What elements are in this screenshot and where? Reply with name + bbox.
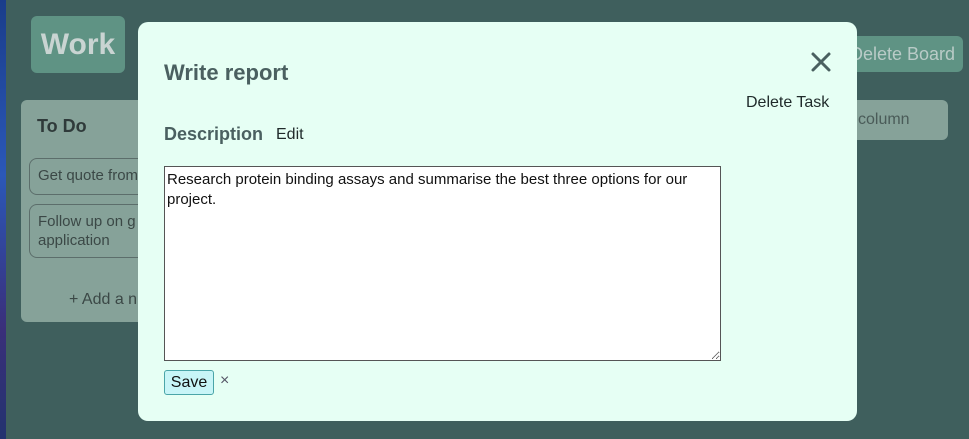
add-card-button[interactable]: + Add a n bbox=[69, 291, 137, 309]
column-title[interactable]: To Do bbox=[37, 116, 87, 137]
cancel-edit-button[interactable]: × bbox=[220, 372, 229, 390]
description-textarea[interactable]: Research protein binding assays and summ… bbox=[164, 166, 721, 361]
task-card-text: Follow up on g application bbox=[38, 213, 136, 249]
edit-description-button[interactable]: Edit bbox=[276, 126, 304, 144]
task-modal: Write report Delete Task Description Edi… bbox=[138, 22, 857, 421]
description-label: Description bbox=[164, 124, 264, 144]
modal-title: Write report bbox=[164, 60, 289, 85]
board-title[interactable]: Work bbox=[31, 16, 125, 73]
save-button[interactable]: Save bbox=[164, 370, 214, 395]
delete-task-button[interactable]: Delete Task bbox=[746, 94, 829, 112]
close-icon[interactable] bbox=[810, 51, 832, 73]
